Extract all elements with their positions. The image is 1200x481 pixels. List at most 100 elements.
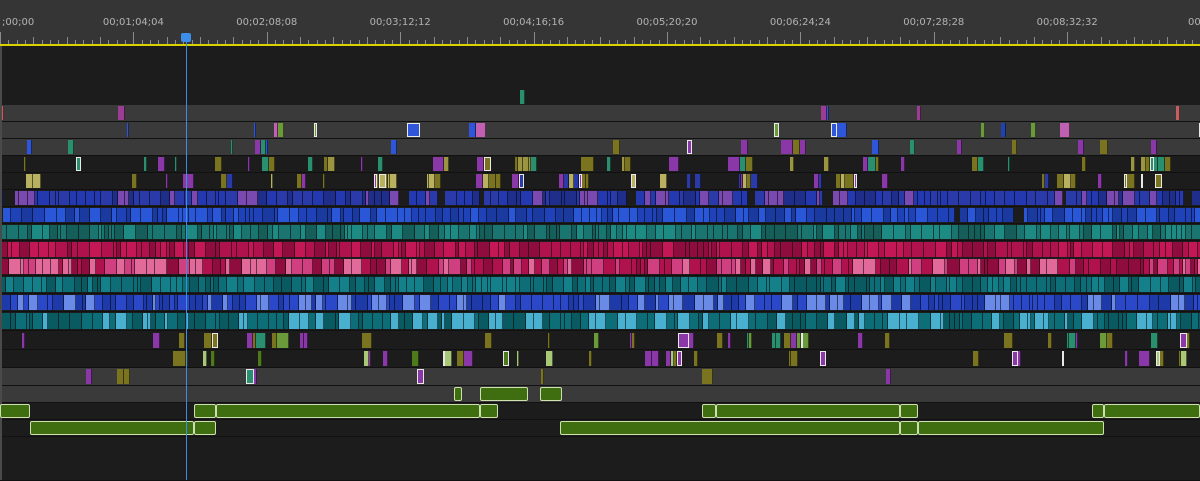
video-clip[interactable] (793, 140, 800, 154)
video-clip[interactable] (248, 157, 250, 171)
video-clip[interactable] (723, 191, 733, 205)
video-clip[interactable] (941, 191, 948, 205)
video-clip[interactable] (746, 157, 753, 171)
audio-clip[interactable] (1137, 313, 1147, 329)
video-clip[interactable] (186, 225, 198, 239)
audio-clip[interactable] (168, 313, 178, 329)
video-clip[interactable] (669, 191, 680, 205)
audio-clip[interactable] (363, 313, 373, 329)
video-clip[interactable] (405, 208, 412, 222)
audio-clip[interactable] (985, 295, 996, 310)
audio-clip[interactable] (1056, 277, 1066, 292)
video-clip[interactable] (476, 123, 486, 137)
audio-clip[interactable] (439, 295, 450, 310)
audio-clip[interactable] (1184, 277, 1193, 292)
audio-clip[interactable] (1014, 295, 1022, 310)
audio-clip[interactable] (445, 313, 452, 329)
audio-clip[interactable] (707, 277, 719, 292)
audio-clip[interactable] (763, 259, 771, 274)
audio-clip[interactable] (244, 277, 255, 292)
audio-clip[interactable] (589, 313, 596, 329)
video-clip[interactable] (709, 191, 719, 205)
audio-clip[interactable] (340, 277, 350, 292)
video-clip[interactable] (213, 208, 222, 222)
audio-clip[interactable] (886, 369, 891, 384)
audio-clip[interactable] (329, 277, 340, 292)
video-clip[interactable] (263, 208, 275, 222)
video-clip[interactable] (1041, 225, 1051, 239)
video-clip[interactable] (470, 225, 477, 239)
video-clip[interactable] (484, 191, 491, 205)
video-clip[interactable] (118, 106, 125, 120)
video-clip[interactable] (627, 225, 636, 239)
audio-clip[interactable] (338, 295, 348, 310)
audio-clip[interactable] (269, 295, 279, 310)
audio-clip[interactable] (704, 295, 714, 310)
video-clip[interactable] (855, 208, 862, 222)
audio-clip[interactable] (553, 277, 564, 292)
audio-clip[interactable] (632, 333, 635, 348)
audio-clip[interactable] (924, 242, 936, 257)
audio-clip[interactable] (267, 259, 276, 274)
audio-clip[interactable] (808, 242, 815, 257)
audio-clip[interactable] (22, 333, 25, 348)
video-clip[interactable] (516, 208, 527, 222)
audio-clip[interactable] (1171, 295, 1179, 310)
video-clip[interactable] (784, 191, 795, 205)
audio-clip[interactable] (825, 259, 833, 274)
video-clip[interactable] (398, 208, 405, 222)
video-clip[interactable] (433, 157, 444, 171)
audio-clip[interactable] (921, 295, 929, 310)
track-video-6[interactable] (0, 173, 1200, 190)
video-clip[interactable] (696, 225, 708, 239)
video-clip[interactable] (755, 191, 765, 205)
audio-clip[interactable] (626, 313, 637, 329)
video-clip[interactable] (781, 140, 793, 154)
video-clip[interactable] (377, 208, 386, 222)
audio-clip[interactable] (1150, 295, 1159, 310)
video-clip[interactable] (1098, 174, 1102, 188)
video-clip[interactable] (306, 225, 317, 239)
video-clip[interactable] (118, 191, 125, 205)
audio-clip[interactable] (484, 259, 493, 274)
audio-clip[interactable] (147, 259, 155, 274)
audio-clip[interactable] (356, 295, 368, 310)
audio-clip[interactable] (534, 313, 543, 329)
audio-clip[interactable] (379, 295, 387, 310)
video-clip[interactable] (695, 208, 704, 222)
audio-clip[interactable] (1006, 259, 1015, 274)
video-clip[interactable] (161, 191, 170, 205)
video-clip[interactable] (533, 191, 543, 205)
audio-clip[interactable] (865, 313, 875, 329)
audio-clip[interactable] (858, 333, 863, 348)
video-clip[interactable] (785, 208, 792, 222)
audio-clip[interactable] (936, 242, 947, 257)
audio-clip[interactable] (1018, 259, 1027, 274)
audio-clip[interactable] (963, 313, 972, 329)
video-clip[interactable] (1084, 225, 1092, 239)
audio-clip[interactable] (340, 242, 352, 257)
video-clip[interactable] (528, 225, 535, 239)
video-clip[interactable] (293, 191, 303, 205)
video-clip[interactable] (647, 225, 656, 239)
audio-clip[interactable] (190, 277, 199, 292)
video-clip[interactable] (101, 208, 112, 222)
audio-clip[interactable] (749, 333, 752, 348)
video-clip[interactable] (618, 191, 627, 205)
video-clip[interactable] (1001, 123, 1006, 137)
video-clip[interactable] (27, 140, 32, 154)
audio-clip[interactable] (665, 259, 672, 274)
audio-clip[interactable] (526, 313, 534, 329)
video-clip[interactable] (1060, 123, 1070, 137)
audio-clip[interactable] (992, 313, 1000, 329)
audio-clip[interactable] (1189, 242, 1198, 257)
audio-clip[interactable] (894, 277, 901, 292)
track-audio-18[interactable] (0, 386, 1200, 403)
audio-clip[interactable] (47, 277, 56, 292)
audio-clip[interactable] (274, 277, 282, 292)
audio-clip[interactable] (842, 259, 849, 274)
audio-clip[interactable] (1092, 277, 1099, 292)
audio-clip[interactable] (885, 333, 890, 348)
video-clip[interactable] (820, 191, 823, 205)
audio-clip[interactable] (292, 277, 302, 292)
